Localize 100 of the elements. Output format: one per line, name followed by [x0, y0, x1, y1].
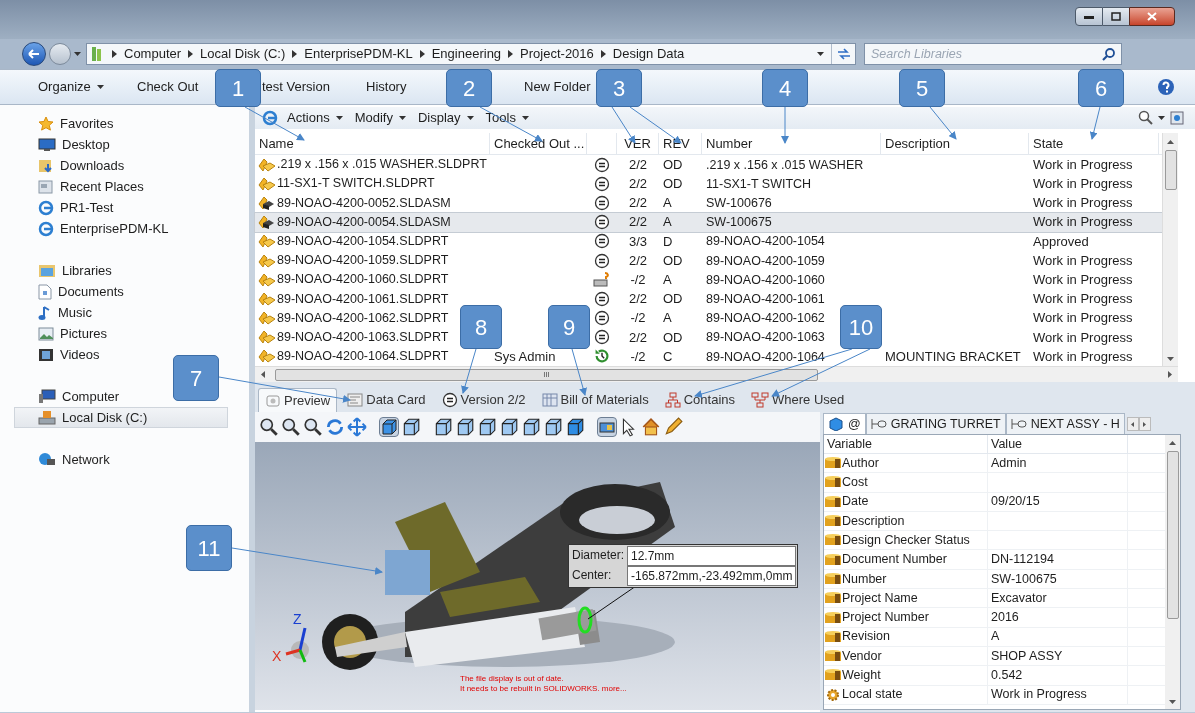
file-name[interactable]: 89-NOAO-4200-0052.SLDASM: [277, 193, 451, 213]
toolbar-button[interactable]: test Version: [260, 75, 332, 99]
equal-circle-icon: [594, 214, 610, 231]
variable-icon: [824, 475, 842, 490]
box-icon[interactable]: [401, 417, 421, 437]
rotate-icon[interactable]: [325, 417, 345, 437]
view-tab[interactable]: Preview: [258, 388, 338, 412]
nav-item[interactable]: Pictures: [14, 323, 249, 344]
search-input[interactable]: Search Libraries: [871, 44, 1102, 64]
toolbar-button[interactable]: Check Out: [135, 75, 201, 99]
menu-button[interactable]: Actions: [283, 108, 347, 128]
back-button[interactable]: [22, 42, 46, 66]
front-view-icon[interactable]: [433, 417, 453, 437]
view-tab[interactable]: Data Card: [341, 388, 432, 412]
measure-label: Center:: [571, 567, 613, 584]
film-icon: [38, 347, 54, 362]
chevron-icon: [112, 50, 117, 58]
breadcrumb-item[interactable]: Local Disk (C:): [200, 44, 286, 64]
right-view-icon[interactable]: [499, 417, 519, 437]
vertical-scrollbar[interactable]: [1165, 435, 1180, 709]
history-icon: [595, 349, 609, 364]
menu-button[interactable]: Display: [413, 108, 478, 128]
left-view-icon[interactable]: [477, 417, 497, 437]
warning-drive-icon: [593, 271, 611, 288]
file-name[interactable]: .219 x .156 x .015 WASHER.SLDPRT: [277, 155, 487, 174]
breadcrumb-item[interactable]: Design Data: [612, 44, 685, 64]
breadcrumb-item[interactable]: Project-2016: [520, 44, 594, 64]
column-header[interactable]: State: [1029, 133, 1159, 154]
shaded-cube-icon[interactable]: [379, 417, 399, 437]
pencil-icon[interactable]: [663, 417, 683, 437]
menu-button[interactable]: Organize: [36, 75, 106, 99]
maximize-button[interactable]: [1103, 7, 1129, 26]
column-header[interactable]: Checked Out ...: [490, 133, 587, 154]
nav-item[interactable]: Downloads: [14, 155, 249, 176]
isometric-cube-icon[interactable]: [565, 417, 585, 437]
view-tab[interactable]: Version 2/2: [435, 388, 532, 412]
nav-item[interactable]: Recent Places: [14, 176, 249, 197]
music-note-icon: [38, 304, 52, 321]
top-view-icon[interactable]: [521, 417, 541, 437]
file-name[interactable]: 11-SX1-T SWITCH.SLDPRT: [277, 174, 435, 194]
column-header[interactable]: Value: [988, 435, 1128, 453]
revision-cell: A: [663, 310, 672, 326]
vertical-scrollbar[interactable]: [1162, 133, 1178, 366]
minimize-button[interactable]: [1075, 7, 1103, 26]
zoom-area-icon[interactable]: [281, 417, 301, 437]
search-field[interactable]: Search Libraries: [864, 43, 1122, 65]
horizontal-scrollbar[interactable]: III: [255, 366, 1178, 382]
breadcrumb-item[interactable]: Computer: [124, 44, 182, 64]
variable-value: Work in Progress: [991, 686, 1087, 704]
address-field[interactable]: Computer Local Disk (C:) EnterprisePDM-KL Engineering Project-2016 Design Data: [86, 43, 856, 65]
zoom-fit-icon[interactable]: [303, 417, 323, 437]
file-name[interactable]: 89-NOAO-4200-0054.SLDASM: [277, 212, 451, 232]
file-name[interactable]: 89-NOAO-4200-1061.SLDPRT: [277, 289, 449, 309]
back-view-icon[interactable]: [455, 417, 475, 437]
close-button[interactable]: [1129, 7, 1175, 26]
breadcrumb-item[interactable]: Engineering: [431, 44, 502, 64]
nav-item[interactable]: Documents: [14, 281, 249, 302]
file-name[interactable]: 89-NOAO-4200-1059.SLDPRT: [277, 251, 449, 270]
scroll-thumb[interactable]: [1164, 150, 1177, 190]
file-name[interactable]: 89-NOAO-4200-1060.SLDPRT: [277, 270, 449, 290]
breadcrumb-item[interactable]: EnterprisePDM-KL: [304, 44, 413, 64]
view-tab[interactable]: Contains: [658, 388, 741, 412]
tab-scroll-left-button[interactable]: [1126, 417, 1139, 431]
file-name[interactable]: 89-NOAO-4200-1063.SLDPRT: [277, 327, 449, 347]
file-name[interactable]: 89-NOAO-4200-1062.SLDPRT: [277, 308, 449, 328]
part-file-icon: [258, 348, 276, 365]
nav-item[interactable]: Desktop: [14, 134, 249, 155]
configuration-tab[interactable]: @: [823, 413, 866, 434]
configuration-tab[interactable]: GRATING TURRET: [865, 413, 1006, 434]
scroll-thumb[interactable]: III: [275, 368, 818, 381]
toolbar-button[interactable]: New Folder: [522, 75, 593, 99]
nav-item[interactable]: EnterprisePDM-KL: [14, 218, 249, 239]
nav-group[interactable]: Network: [38, 449, 249, 470]
nav-group[interactable]: Favorites: [38, 113, 249, 134]
home-icon[interactable]: [641, 417, 661, 437]
nav-item[interactable]: Local Disk (C:): [14, 407, 228, 428]
view-tab[interactable]: Bill of Materials: [535, 388, 655, 412]
menu-button[interactable]: Modify: [350, 108, 410, 128]
column-header[interactable]: Number: [702, 133, 881, 154]
variable-icon: [824, 649, 842, 664]
options-icon[interactable]: [1169, 110, 1185, 126]
measure-icon[interactable]: [597, 417, 617, 437]
zoom-icon[interactable]: [259, 417, 279, 437]
search-icon[interactable]: [1138, 110, 1154, 126]
pan-icon[interactable]: [347, 417, 367, 437]
view-tab[interactable]: Where Used: [745, 388, 851, 412]
toolbar-button[interactable]: History: [364, 75, 409, 99]
help-icon[interactable]: [1157, 78, 1175, 96]
bottom-view-icon[interactable]: [543, 417, 563, 437]
nav-item[interactable]: PR1-Test: [14, 197, 249, 218]
column-header[interactable]: Description: [881, 133, 1029, 154]
column-header[interactable]: Variable: [824, 435, 988, 453]
nav-item[interactable]: Music: [14, 302, 249, 323]
scroll-thumb[interactable]: [1166, 451, 1179, 619]
nav-group[interactable]: Libraries: [38, 260, 249, 281]
state-cell: Work in Progress: [1033, 329, 1133, 345]
column-header[interactable]: Name: [255, 133, 490, 154]
file-name[interactable]: 89-NOAO-4200-1064.SLDPRT: [277, 347, 449, 366]
configuration-tab[interactable]: NEXT ASSY - H: [1005, 413, 1125, 434]
file-name[interactable]: 89-NOAO-4200-1054.SLDPRT: [277, 231, 449, 251]
